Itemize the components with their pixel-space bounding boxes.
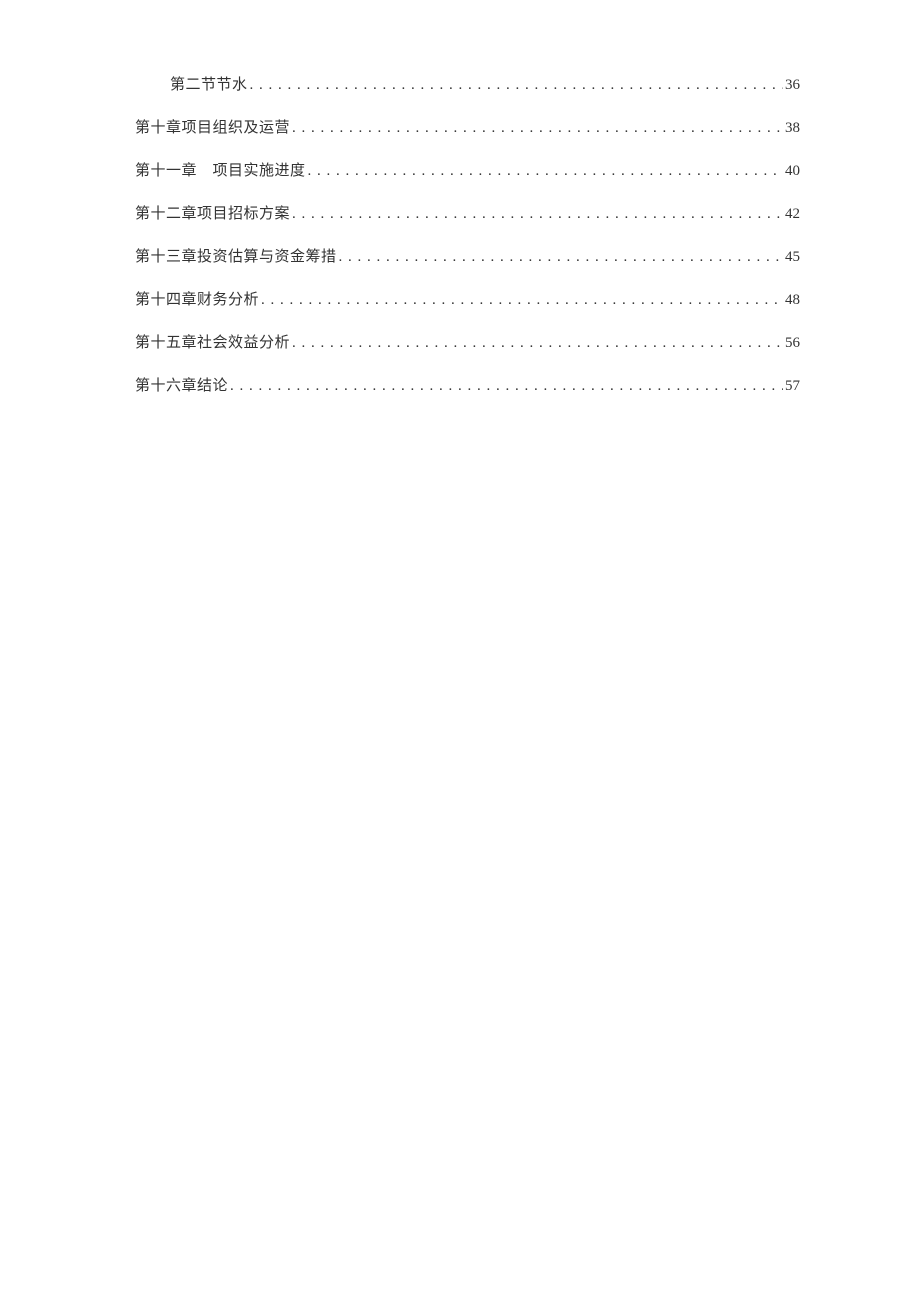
toc-page: 48 [783,290,800,311]
toc-title: 第十章项目组织及运营 [135,118,290,139]
toc-leader [228,376,783,397]
table-of-contents: 第二节节水 36 第十章项目组织及运营 38 第十一章 项目实施进度 40 第十… [135,75,800,397]
toc-page: 36 [783,75,800,96]
toc-entry: 第二节节水 36 [135,75,800,96]
toc-title: 第十四章财务分析 [135,290,259,311]
toc-page: 42 [783,204,800,225]
toc-title: 第十三章投资估算与资金筹措 [135,247,337,268]
toc-title: 第十五章社会效益分析 [135,333,290,354]
toc-entry: 第十三章投资估算与资金筹措 45 [135,247,800,268]
toc-entry: 第十四章财务分析 48 [135,290,800,311]
toc-leader [337,247,783,268]
toc-title: 第十六章结论 [135,376,228,397]
toc-entry: 第十二章项目招标方案 42 [135,204,800,225]
toc-entry: 第十六章结论 57 [135,376,800,397]
toc-title: 第十一章 项目实施进度 [135,161,306,182]
toc-leader [290,333,783,354]
toc-page: 57 [783,376,800,397]
toc-leader [306,161,783,182]
toc-leader [290,204,783,225]
toc-entry: 第十一章 项目实施进度 40 [135,161,800,182]
toc-page: 56 [783,333,800,354]
toc-page: 45 [783,247,800,268]
toc-title: 第十二章项目招标方案 [135,204,290,225]
toc-leader [259,290,783,311]
toc-title: 第二节节水 [170,75,248,96]
toc-page: 40 [783,161,800,182]
toc-leader [290,118,783,139]
toc-entry: 第十五章社会效益分析 56 [135,333,800,354]
toc-page: 38 [783,118,800,139]
toc-entry: 第十章项目组织及运营 38 [135,118,800,139]
toc-leader [248,75,783,96]
